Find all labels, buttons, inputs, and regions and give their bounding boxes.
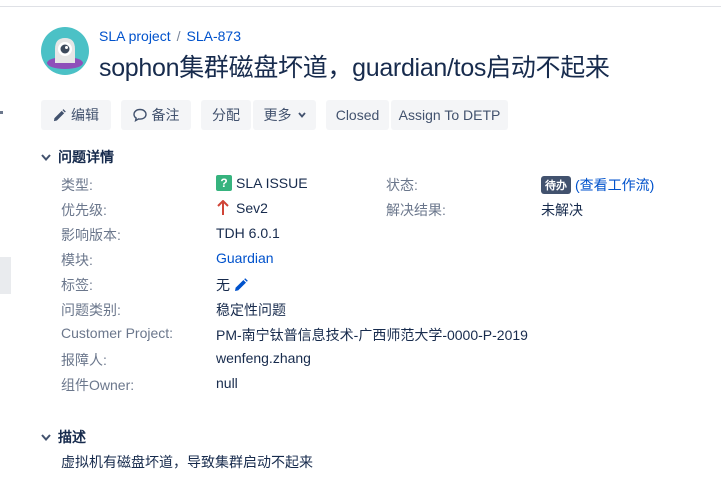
type-value: SLA ISSUE xyxy=(236,175,308,191)
top-divider xyxy=(0,6,721,7)
field-label-labels: 标签: xyxy=(61,277,93,293)
field-value-issue-category: 稳定性问题 xyxy=(216,302,286,318)
field-label-status: 状态: xyxy=(386,177,418,193)
field-label-priority: 优先级: xyxy=(61,202,107,218)
chevron-down-icon xyxy=(41,153,51,161)
chevron-down-icon xyxy=(41,433,51,441)
more-label: 更多 xyxy=(263,107,292,123)
labels-value: 无 xyxy=(216,277,230,293)
field-label-component-owner: 组件Owner: xyxy=(61,377,135,393)
assign-label: 分配 xyxy=(212,107,240,123)
pencil-icon[interactable] xyxy=(234,278,248,292)
field-label-issue-category: 问题类别: xyxy=(61,302,121,318)
arrow-up-icon xyxy=(217,200,229,215)
status-badge: 待办 xyxy=(541,176,571,194)
view-workflow-link[interactable]: (查看工作流) xyxy=(575,175,654,195)
more-button[interactable]: 更多 xyxy=(253,100,316,130)
issue-title: sophon集群磁盘坏道，guardian/tos启动不起来 xyxy=(99,54,610,82)
component-link[interactable]: Guardian xyxy=(216,250,274,266)
comment-button[interactable]: 备注 xyxy=(121,100,191,130)
breadcrumb-issue-key-link[interactable]: SLA-873 xyxy=(187,28,241,44)
field-label-reporter: 报障人: xyxy=(61,352,107,368)
field-label-affects-version: 影响版本: xyxy=(61,227,121,243)
field-value-resolution: 未解决 xyxy=(541,202,583,218)
assign-to-detp-button[interactable]: Assign To DETP xyxy=(391,100,508,130)
pencil-icon xyxy=(53,108,66,121)
description-section-toggle[interactable]: 描述 xyxy=(41,427,86,447)
chevron-down-icon xyxy=(297,112,306,118)
field-value-component-owner: null xyxy=(216,375,238,391)
question-icon: ? xyxy=(216,175,232,191)
edit-label: 编辑 xyxy=(71,107,99,123)
comment-icon xyxy=(132,108,147,122)
field-label-type: 类型: xyxy=(61,177,93,193)
field-value-reporter: wenfeng.zhang xyxy=(216,350,311,366)
closed-label: Closed xyxy=(335,107,380,123)
assign-to-detp-label: Assign To DETP xyxy=(398,107,501,123)
breadcrumb: SLA project / SLA-873 xyxy=(99,28,241,44)
edit-button[interactable]: 编辑 xyxy=(41,100,111,130)
project-avatar[interactable] xyxy=(41,27,89,75)
breadcrumb-project-link[interactable]: SLA project xyxy=(99,28,171,44)
field-value-component: Guardian xyxy=(216,250,274,266)
closed-transition-button[interactable]: Closed xyxy=(326,100,389,130)
assign-button[interactable]: 分配 xyxy=(201,100,251,130)
breadcrumb-separator: / xyxy=(176,28,181,44)
description-text: 虚拟机有磁盘坏道，导致集群启动不起来 xyxy=(61,454,313,470)
left-edge-marker xyxy=(0,111,3,114)
field-value-affects-version: TDH 6.0.1 xyxy=(216,225,280,241)
description-heading: 描述 xyxy=(58,429,86,445)
field-label-resolution: 解决结果: xyxy=(386,202,446,218)
field-label-component: 模块: xyxy=(61,252,93,268)
field-value-status: 待办 (查看工作流) xyxy=(541,175,654,195)
field-value-labels: 无 xyxy=(216,275,248,295)
field-value-priority: Sev2 xyxy=(216,200,268,216)
field-value-customer-project: PM-南宁钛普信息技术-广西师范大学-0000-P-2019 xyxy=(216,327,528,343)
comment-label: 备注 xyxy=(151,107,180,123)
field-label-customer-project: Customer Project: xyxy=(61,325,174,341)
field-value-type: ? SLA ISSUE xyxy=(216,175,308,191)
priority-value: Sev2 xyxy=(236,200,268,216)
left-edge-tab[interactable] xyxy=(0,257,11,294)
details-heading: 问题详情 xyxy=(58,149,114,165)
details-section-toggle[interactable]: 问题详情 xyxy=(41,147,114,167)
